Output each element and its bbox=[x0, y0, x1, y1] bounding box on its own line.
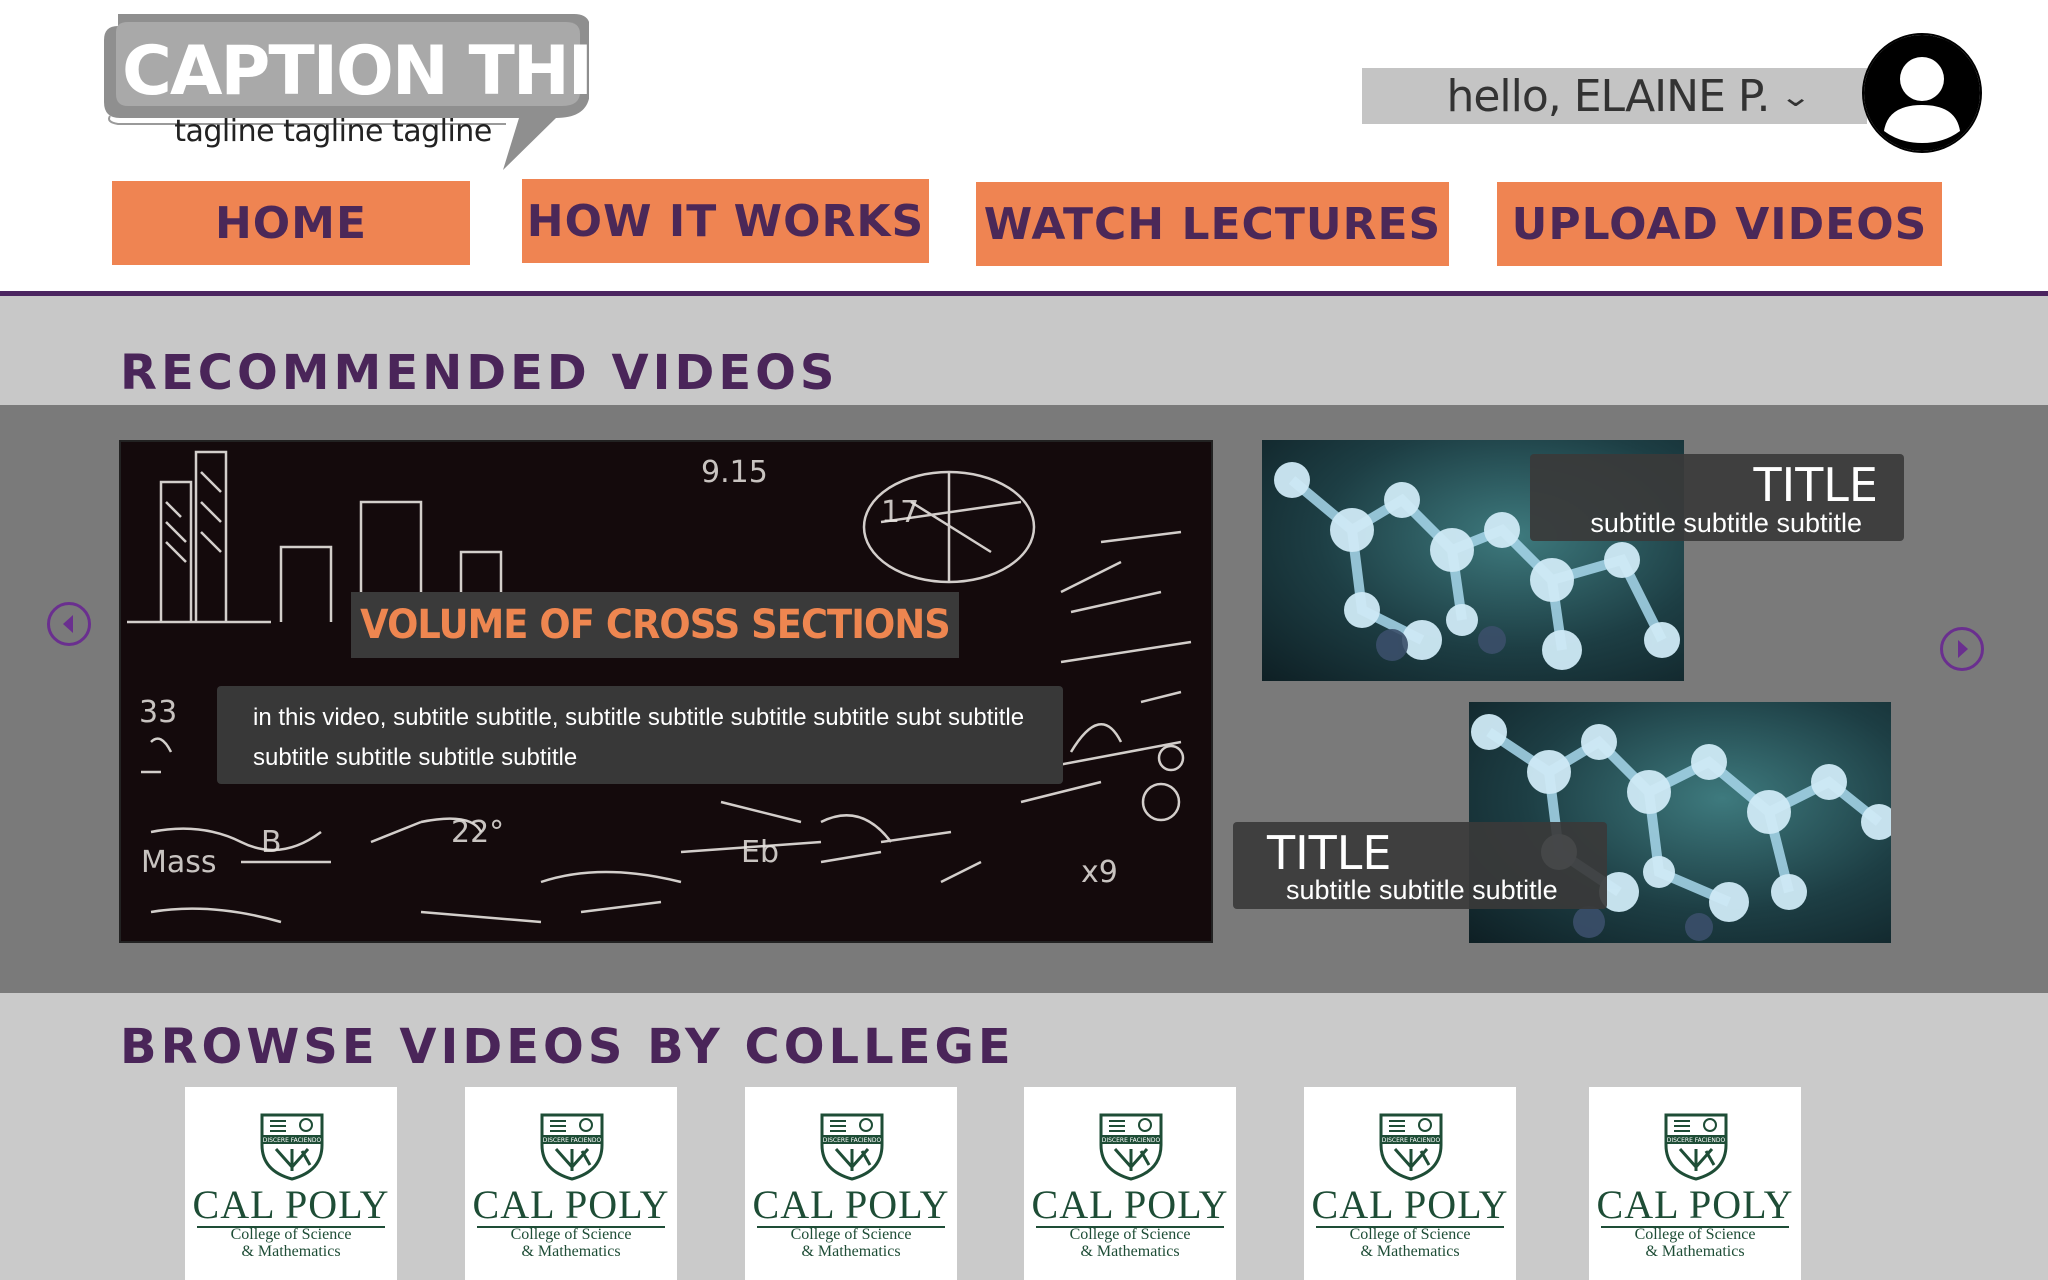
user-silhouette-icon bbox=[1864, 35, 1980, 151]
crest-motto: DISCERE FACIENDO bbox=[543, 1137, 602, 1144]
user-avatar-icon[interactable] bbox=[1862, 33, 1982, 153]
calpoly-crest-icon: DISCERE FACIENDO bbox=[260, 1113, 324, 1181]
crest-motto: DISCERE FACIENDO bbox=[263, 1137, 322, 1144]
chevron-right-circle-icon[interactable] bbox=[1940, 627, 1984, 671]
svg-text:22°: 22° bbox=[451, 815, 504, 850]
featured-video-title: VOLUME OF CROSS SECTIONS bbox=[360, 602, 951, 648]
college-name: CAL POLY bbox=[1031, 1182, 1229, 1227]
college-name: CAL POLY bbox=[1596, 1182, 1794, 1227]
college-card-1[interactable]: DISCERE FACIENDO CAL POLY College of Sci… bbox=[185, 1087, 397, 1280]
college-card-4[interactable]: DISCERE FACIENDO CAL POLY College of Sci… bbox=[1024, 1087, 1236, 1280]
svg-text:Eb: Eb bbox=[741, 835, 779, 870]
calpoly-crest-icon: DISCERE FACIENDO bbox=[1379, 1113, 1443, 1181]
college-subtitle-line1: College of Science bbox=[230, 1226, 352, 1243]
college-name: CAL POLY bbox=[752, 1182, 950, 1227]
svg-text:x9: x9 bbox=[1081, 855, 1118, 890]
side-video-1-caption: TITLE subtitle subtitle subtitle bbox=[1530, 454, 1904, 541]
calpoly-crest-icon: DISCERE FACIENDO bbox=[540, 1113, 604, 1181]
college-subtitle-line2: & Mathematics bbox=[241, 1243, 341, 1260]
college-name: CAL POLY bbox=[472, 1182, 670, 1227]
college-name: CAL POLY bbox=[192, 1182, 390, 1227]
featured-description-box: in this video, subtitle subtitle, subtit… bbox=[217, 686, 1063, 784]
college-subtitle-line1: College of Science bbox=[1069, 1226, 1191, 1243]
college-subtitle-line2: & Mathematics bbox=[1360, 1243, 1460, 1260]
crest-motto: DISCERE FACIENDO bbox=[823, 1137, 882, 1144]
featured-video-description: in this video, subtitle subtitle, subtit… bbox=[253, 704, 1025, 771]
featured-video[interactable]: 33 B Mass Eb 17 9.15 22° x9 VOLUME OF CR… bbox=[119, 440, 1213, 943]
calpoly-crest-icon: DISCERE FACIENDO bbox=[1664, 1113, 1728, 1181]
college-subtitle-line2: & Mathematics bbox=[1080, 1243, 1180, 1260]
svg-text:Mass: Mass bbox=[141, 845, 217, 880]
college-name: CAL POLY bbox=[1311, 1182, 1509, 1227]
user-greeting: hello, ELAINE P. bbox=[1446, 70, 1770, 122]
college-card-3[interactable]: DISCERE FACIENDO CAL POLY College of Sci… bbox=[745, 1087, 957, 1280]
college-subtitle-line1: College of Science bbox=[1634, 1226, 1756, 1243]
side-video-2-title: TITLE bbox=[1267, 826, 1392, 880]
browse-heading: BROWSE VIDEOS BY COLLEGE bbox=[120, 1019, 1015, 1075]
logo[interactable]: CAPTION THIS ! tagline tagline tagline bbox=[104, 14, 691, 170]
svg-text:9.15: 9.15 bbox=[701, 455, 768, 490]
side-video-1-title: TITLE bbox=[1753, 458, 1878, 512]
side-video-1-subtitle: subtitle subtitle subtitle bbox=[1590, 508, 1862, 538]
college-subtitle-line1: College of Science bbox=[790, 1226, 912, 1243]
college-card-6[interactable]: DISCERE FACIENDO CAL POLY College of Sci… bbox=[1589, 1087, 1801, 1280]
side-video-2-subtitle: subtitle subtitle subtitle bbox=[1286, 875, 1558, 905]
college-card-5[interactable]: DISCERE FACIENDO CAL POLY College of Sci… bbox=[1304, 1087, 1516, 1280]
recommended-heading: RECOMMENDED VIDEOS bbox=[120, 345, 839, 401]
college-card-2[interactable]: DISCERE FACIENDO CAL POLY College of Sci… bbox=[465, 1087, 677, 1280]
user-menu-button[interactable]: hello, ELAINE P. ⌄ bbox=[1362, 68, 1867, 124]
crest-motto: DISCERE FACIENDO bbox=[1382, 1137, 1441, 1144]
college-subtitle-line1: College of Science bbox=[1349, 1226, 1471, 1243]
calpoly-crest-icon: DISCERE FACIENDO bbox=[820, 1113, 884, 1181]
chevron-left-circle-icon[interactable] bbox=[47, 602, 91, 646]
college-subtitle-line1: College of Science bbox=[510, 1226, 632, 1243]
logo-title: CAPTION THIS ! bbox=[122, 32, 691, 111]
crest-motto: DISCERE FACIENDO bbox=[1667, 1137, 1726, 1144]
nav-home-button[interactable]: HOME bbox=[112, 181, 470, 265]
nav-watch-lectures-button[interactable]: WATCH LECTURES bbox=[976, 182, 1449, 266]
nav-how-it-works-button[interactable]: HOW IT WORKS bbox=[522, 179, 929, 263]
calpoly-crest-icon: DISCERE FACIENDO bbox=[1099, 1113, 1163, 1181]
college-subtitle-line2: & Mathematics bbox=[1645, 1243, 1745, 1260]
featured-title-box: VOLUME OF CROSS SECTIONS bbox=[351, 592, 959, 658]
nav-upload-videos-button[interactable]: UPLOAD VIDEOS bbox=[1497, 182, 1942, 266]
svg-text:33: 33 bbox=[139, 695, 177, 730]
svg-text:17: 17 bbox=[881, 495, 919, 530]
chevron-down-icon: ⌄ bbox=[1778, 80, 1812, 112]
college-subtitle-line2: & Mathematics bbox=[521, 1243, 621, 1260]
svg-text:B: B bbox=[261, 825, 282, 860]
college-subtitle-line2: & Mathematics bbox=[801, 1243, 901, 1260]
side-video-2-caption: TITLE subtitle subtitle subtitle bbox=[1233, 822, 1607, 909]
crest-motto: DISCERE FACIENDO bbox=[1102, 1137, 1161, 1144]
logo-tagline: tagline tagline tagline bbox=[174, 114, 492, 149]
